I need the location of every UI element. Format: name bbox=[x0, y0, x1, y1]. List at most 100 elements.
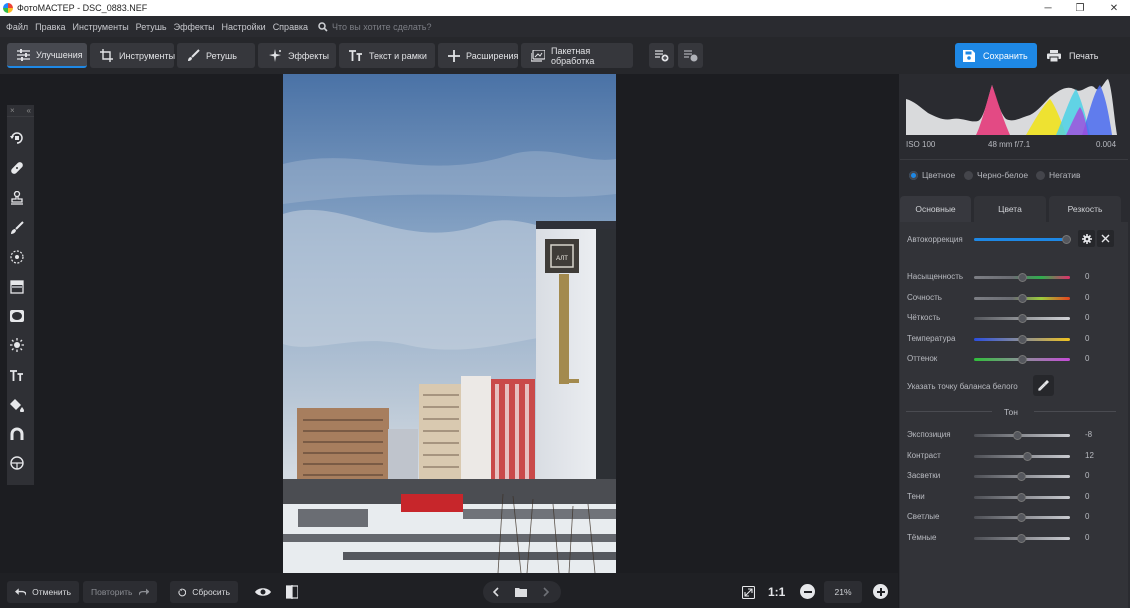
plus-icon bbox=[448, 49, 460, 62]
clarity-knob[interactable] bbox=[1018, 314, 1027, 323]
tool-text[interactable] bbox=[7, 365, 27, 385]
tone-slider-label: Тени bbox=[907, 491, 925, 501]
preset-add-button[interactable] bbox=[649, 43, 674, 68]
tab-tools[interactable]: Инструменты bbox=[90, 43, 176, 68]
preview-toggle-button[interactable] bbox=[253, 584, 273, 600]
sparkle-icon bbox=[269, 48, 281, 62]
auto-correction-knob[interactable] bbox=[1062, 235, 1071, 244]
tab-text-frames-label: Текст и рамки bbox=[369, 50, 427, 61]
tool-radial-filter[interactable] bbox=[7, 247, 27, 267]
open-folder-button[interactable] bbox=[513, 584, 529, 600]
photo-canvas[interactable]: АЛТ bbox=[283, 74, 616, 573]
tool-healing[interactable] bbox=[7, 158, 27, 178]
white-balance-picker-button[interactable] bbox=[1033, 375, 1054, 396]
tab-sharpness[interactable]: Резкость bbox=[1049, 196, 1121, 222]
auto-settings-button[interactable] bbox=[1078, 230, 1095, 247]
tab-basic[interactable]: Основные bbox=[900, 196, 971, 222]
save-label: Сохранить bbox=[983, 50, 1028, 61]
preset-info-button[interactable] bbox=[678, 43, 703, 68]
tool-brush[interactable] bbox=[7, 218, 27, 238]
tool-vignette[interactable] bbox=[7, 306, 27, 326]
auto-reset-button[interactable] bbox=[1097, 230, 1114, 247]
tab-extensions[interactable]: Расширения bbox=[438, 43, 518, 68]
menu-edit[interactable]: Правка bbox=[35, 22, 65, 32]
print-label: Печать bbox=[1069, 50, 1099, 61]
mode-negative-radio[interactable]: Негатив bbox=[1036, 170, 1080, 180]
tone-slider-value: 0 bbox=[1085, 533, 1090, 542]
tint-knob[interactable] bbox=[1018, 355, 1027, 364]
saturation-knob[interactable] bbox=[1018, 273, 1027, 282]
zoom-level[interactable]: 21% bbox=[824, 581, 862, 603]
gradient-icon bbox=[10, 280, 24, 294]
compare-button[interactable] bbox=[283, 583, 301, 601]
search-box[interactable]: Что вы хотите сделать? bbox=[318, 22, 432, 32]
tone-slider-knob[interactable] bbox=[1017, 513, 1026, 522]
fill-icon bbox=[10, 399, 24, 412]
tab-colors[interactable]: Цвета bbox=[974, 196, 1046, 222]
preset-info-icon bbox=[683, 50, 697, 62]
menu-settings[interactable]: Настройки bbox=[222, 22, 266, 32]
zoom-out-button[interactable] bbox=[800, 584, 815, 599]
tone-slider-knob[interactable] bbox=[1017, 472, 1026, 481]
tone-slider-track[interactable] bbox=[974, 455, 1070, 458]
brush-icon bbox=[188, 49, 200, 61]
save-button[interactable]: Сохранить bbox=[955, 43, 1037, 68]
prev-photo-button[interactable] bbox=[488, 584, 504, 600]
undo-label: Отменить bbox=[32, 587, 71, 597]
tab-tools-label: Инструменты bbox=[119, 50, 176, 61]
tone-slider-label: Светлые bbox=[907, 511, 940, 521]
tool-stamp[interactable] bbox=[7, 188, 27, 208]
mode-bw-radio[interactable]: Черно-белое bbox=[964, 170, 1028, 180]
printer-icon bbox=[1047, 49, 1061, 62]
tone-slider-track[interactable] bbox=[974, 434, 1070, 437]
maximize-button[interactable]: ❐ bbox=[1066, 0, 1094, 16]
tool-magnet[interactable] bbox=[7, 424, 27, 444]
search-placeholder: Что вы хотите сделать? bbox=[332, 21, 432, 32]
undo-button[interactable]: Отменить bbox=[7, 581, 79, 603]
tone-slider-knob[interactable] bbox=[1023, 452, 1032, 461]
vignette-icon bbox=[10, 310, 24, 322]
batch-processing-button[interactable]: Пакетная обработка bbox=[521, 43, 633, 68]
redo-button[interactable]: Повторить bbox=[83, 581, 157, 603]
chevron-right-icon bbox=[543, 587, 549, 597]
histogram-graph bbox=[906, 77, 1117, 135]
tab-text-frames[interactable]: Текст и рамки bbox=[339, 43, 435, 68]
close-panel-icon[interactable]: × bbox=[10, 106, 15, 115]
menu-retouch[interactable]: Ретушь bbox=[136, 22, 167, 32]
tone-slider-knob[interactable] bbox=[1017, 534, 1026, 543]
next-photo-button[interactable] bbox=[538, 584, 554, 600]
print-button[interactable]: Печать bbox=[1041, 43, 1121, 68]
reset-button[interactable]: Сбросить bbox=[170, 581, 238, 603]
tool-light[interactable] bbox=[7, 335, 27, 355]
tool-rotate[interactable] bbox=[7, 128, 27, 148]
reset-icon bbox=[178, 587, 187, 596]
menu-effects[interactable]: Эффекты bbox=[174, 22, 215, 32]
actual-size-button[interactable]: 1:1 bbox=[768, 585, 785, 599]
tool-fill[interactable] bbox=[7, 395, 27, 415]
collapse-panel-icon[interactable]: « bbox=[27, 106, 31, 115]
tab-retouch[interactable]: Ретушь bbox=[177, 43, 255, 68]
mode-color-radio[interactable]: Цветное bbox=[909, 170, 955, 180]
minimize-button[interactable]: ─ bbox=[1034, 0, 1062, 16]
tab-effects[interactable]: Эффекты bbox=[258, 43, 336, 68]
tab-enhancements[interactable]: Улучшения bbox=[7, 43, 87, 68]
tone-divider-left bbox=[906, 411, 992, 412]
auto-correction-slider[interactable] bbox=[974, 238, 1070, 241]
zoom-in-button[interactable] bbox=[873, 584, 888, 599]
temperature-knob[interactable] bbox=[1018, 335, 1027, 344]
tone-slider-knob[interactable] bbox=[1017, 493, 1026, 502]
divider bbox=[900, 159, 1128, 160]
eyedropper-icon bbox=[1038, 380, 1049, 391]
menu-file[interactable]: Файл bbox=[6, 22, 28, 32]
close-button[interactable]: ✕ bbox=[1100, 0, 1128, 16]
histogram bbox=[906, 77, 1117, 135]
tone-slider-knob[interactable] bbox=[1013, 431, 1022, 440]
tab-basic-label: Основные bbox=[915, 204, 956, 214]
expand-icon bbox=[741, 585, 755, 599]
vibrance-knob[interactable] bbox=[1018, 294, 1027, 303]
menu-help[interactable]: Справка bbox=[273, 22, 308, 32]
menu-tools[interactable]: Инструменты bbox=[73, 22, 129, 32]
tool-lens[interactable] bbox=[7, 453, 27, 473]
tool-gradient-filter[interactable] bbox=[7, 277, 27, 297]
fit-to-screen-button[interactable] bbox=[739, 583, 757, 601]
